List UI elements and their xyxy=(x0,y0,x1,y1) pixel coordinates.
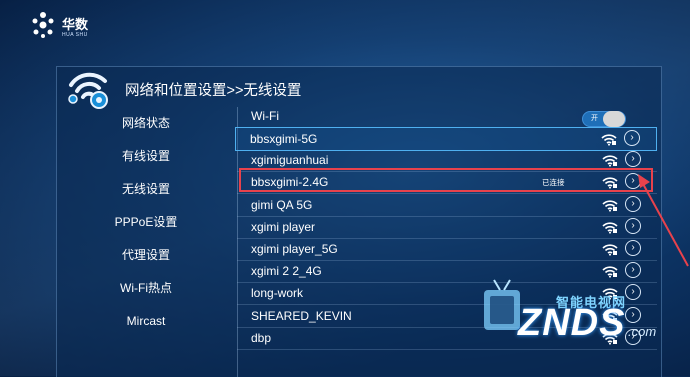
brand-logo-icon xyxy=(32,12,54,38)
wifi-label: Wi-Fi xyxy=(251,109,279,123)
wifi-network-name: xgimi 2 2_4G xyxy=(251,264,322,279)
wifi-settings-icon xyxy=(68,72,108,109)
wifi-network-name: dbp xyxy=(251,330,272,345)
page-title: 网络和位置设置>>无线设置 xyxy=(125,83,302,99)
wifi-network-row[interactable]: gimi QA 5G › xyxy=(237,194,657,217)
sidebar-item-network-status[interactable]: 网络状态 xyxy=(57,111,235,135)
panel-header: 网络和位置设置>>无线设置 xyxy=(57,67,661,109)
sidebar-item-mircast[interactable]: Mircast xyxy=(57,309,235,333)
wifi-signal-locked-icon xyxy=(601,134,617,146)
sidebar-item-proxy[interactable]: 代理设置 xyxy=(57,243,235,267)
brand-name-cn: 华数 xyxy=(62,17,89,32)
watermark-suffix: .com xyxy=(628,324,657,339)
chevron-right-icon[interactable]: › xyxy=(624,130,640,146)
sidebar-item-pppoe[interactable]: PPPoE设置 xyxy=(57,210,235,234)
wifi-signal-locked-icon xyxy=(602,199,618,212)
sidebar: 网络状态 有线设置 无线设置 PPPoE设置 代理设置 Wi-Fi热点 Mirc… xyxy=(57,109,235,377)
sidebar-item-wired[interactable]: 有线设置 xyxy=(57,144,235,168)
wifi-network-row[interactable]: xgimi player_5G › xyxy=(237,238,657,261)
wifi-toggle-label: 开 xyxy=(591,115,598,122)
sidebar-item-hotspot[interactable]: Wi-Fi热点 xyxy=(57,276,235,300)
wifi-network-name: bbsxgimi-5G xyxy=(250,132,318,146)
watermark: 智能电视网 ZNDS .com xyxy=(478,268,678,348)
wifi-signal-locked-icon xyxy=(602,222,618,234)
connected-network-highlight xyxy=(239,168,653,192)
wifi-network-row[interactable]: bbsxgimi-5G › xyxy=(235,127,657,151)
brand-name-en: HUA SHU xyxy=(62,32,88,38)
wifi-network-name: xgimi player_5G xyxy=(251,242,338,256)
wifi-network-name: SHEARED_KEVIN xyxy=(251,308,352,323)
toggle-knob xyxy=(603,111,625,127)
sidebar-item-wireless[interactable]: 无线设置 xyxy=(57,177,235,201)
wifi-network-name: gimi QA 5G xyxy=(251,197,313,212)
wifi-network-name: xgimiguanhuai xyxy=(251,153,329,168)
wifi-network-row[interactable]: xgimi player › xyxy=(237,216,657,239)
wifi-network-name: xgimi player xyxy=(251,219,316,234)
wifi-toggle[interactable]: 开 xyxy=(582,111,626,127)
wifi-signal-locked-icon xyxy=(602,155,618,167)
wifi-signal-locked-icon xyxy=(602,244,618,256)
brand-logo: 华数 HUA SHU xyxy=(30,8,130,44)
watermark-title: ZNDS xyxy=(518,302,626,344)
chevron-right-icon[interactable]: › xyxy=(625,151,641,168)
red-arrow-annotation xyxy=(638,174,689,267)
wifi-network-name: long-work xyxy=(251,286,304,301)
